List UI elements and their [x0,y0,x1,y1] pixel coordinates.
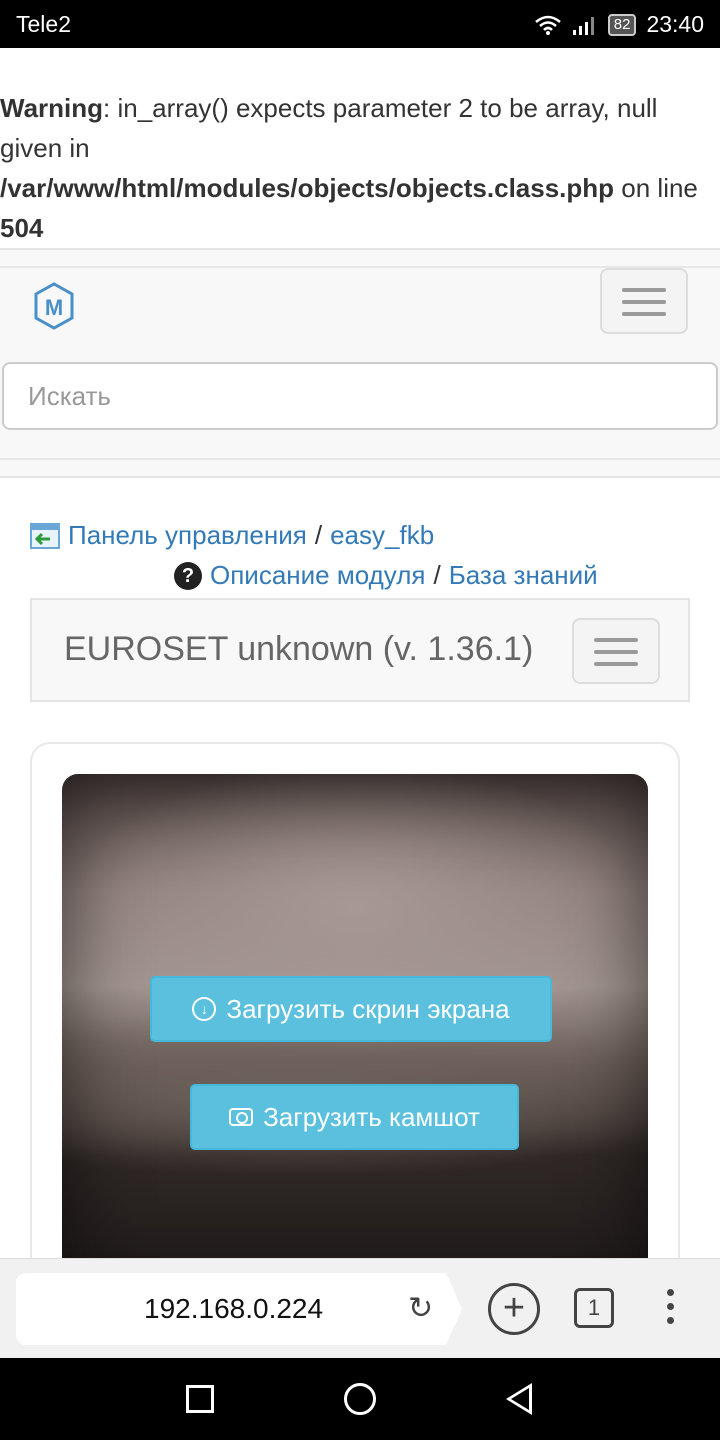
url-text: 192.168.0.224 [144,1293,324,1324]
breadcrumb-module[interactable]: easy_fkb [330,520,434,551]
browser-toolbar: 192.168.0.224 ↻ + 1 [0,1258,720,1358]
control-panel-icon [30,522,60,549]
clock: 23:40 [646,11,704,37]
warning-label: Warning [0,93,104,123]
module-title[interactable]: EUROSET unknown (v. 1.36.1) [64,630,533,669]
knowledge-base-link[interactable]: База знаний [449,560,598,591]
warning-line: 504 [0,213,44,243]
signal-icon [572,16,594,35]
navbar-divider [0,458,720,460]
hamburger-bar [622,312,666,316]
help-icon: ? [174,561,202,590]
search-input[interactable] [2,362,718,430]
home-button[interactable] [344,1383,376,1415]
brand-logo[interactable]: M [32,282,76,330]
hamburger-bar [594,662,638,666]
module-menu-toggle[interactable] [572,618,660,684]
top-navbar: M [0,248,720,478]
breadcrumb: Панель управления / easy_fkb [30,520,434,551]
link-separator: / [433,560,441,590]
reload-icon[interactable]: ↻ [408,1291,433,1326]
status-bar: Tele2 82 23:40 [0,0,720,48]
overflow-menu-icon[interactable] [660,1285,680,1333]
download-circle-icon: ↓ [192,997,217,1021]
upload-screenshot-button[interactable]: ↓ Загрузить скрин экрана [150,976,552,1042]
hamburger-bar [622,300,666,304]
carrier-label: Tele2 [16,11,71,37]
hamburger-bar [594,650,638,654]
warning-text-2: on line [614,173,698,203]
recent-apps-button[interactable] [186,1385,214,1413]
module-description-link[interactable]: Описание модуля [210,560,425,591]
logo-letter: M [45,295,63,320]
wifi-icon [534,15,561,35]
hamburger-icon [622,288,666,292]
warning-path: /var/www/html/modules/objects/objects.cl… [0,173,615,203]
module-links: ? Описание модуля / База знаний [174,560,598,591]
system-navigation-bar [0,1358,720,1440]
upload-camshot-button[interactable]: Загрузить камшот [190,1084,519,1150]
status-right: 82 23:40 [534,11,704,38]
camera-icon [229,1108,254,1126]
new-tab-icon[interactable]: + [488,1283,540,1335]
module-navbar: EUROSET unknown (v. 1.36.1) [30,598,690,702]
battery-icon: 82 [607,13,637,36]
php-warning: Warning: in_array() expects parameter 2 … [0,88,720,248]
upload-screenshot-label: Загрузить скрин экрана [226,993,510,1024]
breadcrumb-separator: / [314,520,323,550]
upload-camshot-label: Загрузить камшот [263,1101,480,1132]
navbar-toggle-button[interactable] [600,268,688,334]
tab-switcher-button[interactable]: 1 [574,1288,614,1328]
address-bar[interactable]: 192.168.0.224 ↻ [16,1273,462,1345]
back-button[interactable] [506,1383,532,1415]
hamburger-icon [594,638,638,642]
breadcrumb-control-panel[interactable]: Панель управления [68,520,307,551]
